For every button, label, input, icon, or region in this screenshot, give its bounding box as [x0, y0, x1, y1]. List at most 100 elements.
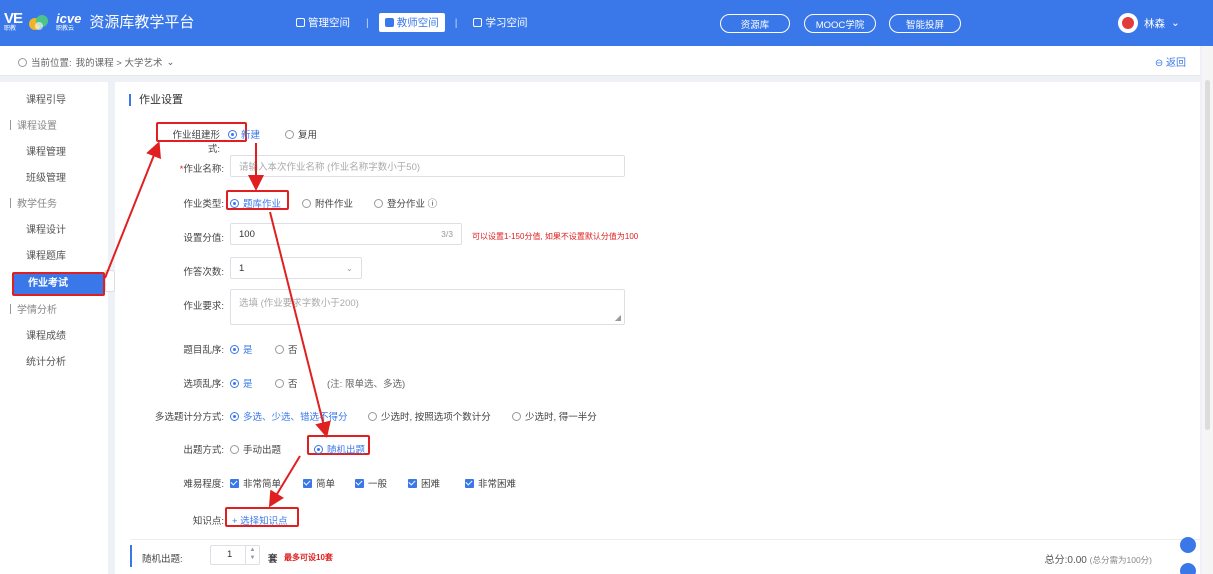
- app-title: 资源库教学平台: [89, 14, 195, 31]
- avatar: [1118, 13, 1138, 33]
- radio-shuffle-yes[interactable]: 是: [230, 342, 253, 356]
- radio-icon: [302, 199, 311, 208]
- checkbox-normal[interactable]: 一般: [355, 476, 387, 490]
- option-shuffle-note: (注: 限单选、多选): [327, 379, 406, 390]
- total-score: 总分:0.00 (总分需为100分): [1044, 555, 1152, 566]
- checkbox-hard[interactable]: 困难: [408, 476, 440, 490]
- score-hint: 可以设置1-150分值, 如果不设置默认分值为100: [472, 232, 639, 241]
- checkbox-icon: [408, 479, 417, 488]
- radio-icon: [512, 412, 521, 421]
- tab-divider: |: [366, 16, 369, 29]
- radio-reuse[interactable]: 复用: [285, 127, 317, 141]
- radio-icon: [368, 412, 377, 421]
- radio-option-shuffle-no[interactable]: 否: [275, 376, 298, 390]
- tab-divider: |: [454, 16, 458, 29]
- radio-shuffle-no[interactable]: 否: [275, 342, 298, 356]
- teacher-icon: [384, 18, 394, 27]
- random-sets-stepper[interactable]: 1 ▲ ▼: [210, 545, 260, 565]
- radio-multi-half[interactable]: 少选时, 得一半分: [512, 409, 597, 423]
- radio-icon: [230, 445, 239, 454]
- breadcrumb-bar: 当前位置: 我的课程 > 大学艺术 ⌄ ⊖ 返回: [0, 46, 1200, 76]
- radio-question-bank[interactable]: 题库作业: [230, 196, 281, 210]
- checkbox-icon: [355, 479, 364, 488]
- radio-attachment[interactable]: 附件作业: [302, 196, 353, 210]
- sidebar-item-course-design[interactable]: 课程设计: [0, 220, 108, 242]
- management-icon: [296, 18, 305, 27]
- radio-new[interactable]: 新建: [228, 127, 260, 141]
- top-header: VE 职教 icve 职教云 资源库教学平台 管理空间 | 教师空间 | 学习空…: [0, 0, 1213, 46]
- chevron-down-icon: ⌄: [1171, 17, 1180, 29]
- requirement-textarea[interactable]: 选填 (作业要求字数小于200) ◢: [230, 289, 625, 325]
- user-menu[interactable]: 林森 ⌄: [1118, 13, 1180, 33]
- checkbox-very-easy[interactable]: 非常简单: [230, 476, 281, 490]
- checkbox-easy[interactable]: 简单: [303, 476, 335, 490]
- question-shuffle-label: 题目乱序:: [183, 345, 224, 356]
- score-label: 设置分值:: [183, 233, 224, 244]
- tab-learning-space[interactable]: 学习空间: [467, 13, 533, 32]
- radio-icon: [230, 199, 239, 208]
- radio-option-shuffle-yes[interactable]: 是: [230, 376, 253, 390]
- sidebar-group-course-settings: 课程设置: [0, 116, 108, 138]
- sidebar-collapse-handle[interactable]: [105, 270, 115, 292]
- scrollbar-thumb[interactable]: [1205, 80, 1210, 430]
- sidebar-item-course-management[interactable]: 课程管理: [0, 142, 108, 164]
- chevron-down-icon: ⌄: [166, 56, 175, 68]
- select-knowledge-link[interactable]: + 选择知识点: [232, 513, 288, 527]
- user-name: 林森: [1144, 17, 1165, 30]
- random-label: 随机出题:: [142, 554, 183, 565]
- radio-random[interactable]: 随机出题: [314, 442, 365, 456]
- sidebar-item-question-bank[interactable]: 课程题库: [0, 246, 108, 268]
- smart-cast-button[interactable]: 智能投屏: [889, 14, 961, 33]
- radio-multi-no-score[interactable]: 多选、少选、错选不得分: [230, 409, 348, 423]
- attempts-select[interactable]: 1 ⌄: [230, 257, 362, 279]
- logo[interactable]: VE 职教 icve 职教云 资源库教学平台: [4, 11, 195, 33]
- resource-library-button[interactable]: 资源库: [720, 14, 790, 33]
- info-icon[interactable]: ⓘ: [428, 199, 438, 210]
- checkbox-very-hard[interactable]: 非常困难: [465, 476, 516, 490]
- radio-icon: [275, 345, 284, 354]
- sidebar-group-learning-analysis: 学情分析: [0, 300, 108, 322]
- radio-icon: [230, 345, 239, 354]
- sidebar-item-class-management[interactable]: 班级管理: [0, 168, 108, 190]
- sidebar-item-course-guide[interactable]: 课程引导: [0, 90, 108, 112]
- space-tabs: 管理空间 | 教师空间 | 学习空间: [290, 13, 533, 32]
- radio-icon: [230, 379, 239, 388]
- breadcrumb: 当前位置: 我的课程 > 大学艺术 ⌄: [18, 55, 174, 69]
- stepper-arrows-icon[interactable]: ▲ ▼: [245, 546, 259, 564]
- random-hint: 最多可设10套: [284, 553, 333, 562]
- logo-icve: icve 职教云: [56, 11, 82, 32]
- radio-manual[interactable]: 手动出题: [230, 442, 281, 456]
- sidebar-item-homework-exam[interactable]: 作业考试: [12, 272, 105, 296]
- homework-name-input[interactable]: 请输入本次作业名称 (作业名称字数小于50): [230, 155, 625, 177]
- help-float-button[interactable]: [1180, 537, 1196, 553]
- sidebar-item-statistics[interactable]: 统计分析: [0, 352, 108, 374]
- score-input[interactable]: 100 3/3: [230, 223, 462, 245]
- create-mode-label: 作业组建形式:: [172, 130, 220, 155]
- radio-multi-by-count[interactable]: 少选时, 按照选项个数计分: [368, 409, 491, 423]
- question-mode-label: 出题方式:: [183, 445, 224, 456]
- homework-name-label: *作业名称:: [179, 164, 224, 175]
- page-title: 作业设置: [129, 94, 183, 106]
- checkbox-icon: [303, 479, 312, 488]
- back-button[interactable]: ⊖ 返回: [1155, 54, 1186, 69]
- back-to-top-float-button[interactable]: [1180, 563, 1196, 574]
- radio-score-entry[interactable]: 登分作业 ⓘ: [374, 196, 437, 210]
- checkbox-icon: [465, 479, 474, 488]
- radio-icon: [228, 130, 237, 139]
- sidebar-item-course-grades[interactable]: 课程成绩: [0, 326, 108, 348]
- radio-icon: [275, 379, 284, 388]
- breadcrumb-path[interactable]: 我的课程 > 大学艺术: [76, 55, 163, 69]
- tab-management-space[interactable]: 管理空间: [290, 13, 356, 32]
- resize-handle-icon[interactable]: ◢: [615, 313, 621, 322]
- logo-drop-icon: [29, 14, 49, 30]
- homework-type-label: 作业类型:: [183, 199, 224, 210]
- random-unit: 套: [268, 554, 278, 565]
- mooc-button[interactable]: MOOC学院: [804, 14, 876, 33]
- random-settings-bar: 随机出题: 1 ▲ ▼ 套 最多可设10套 总分:0.00 (总分需为100分): [130, 539, 1200, 574]
- radio-icon: [314, 445, 323, 454]
- back-icon: ⊖: [1154, 58, 1164, 69]
- bar-accent: [130, 545, 132, 567]
- tab-teacher-space[interactable]: 教师空间: [378, 13, 445, 32]
- difficulty-label: 难易程度:: [183, 479, 224, 490]
- knowledge-label: 知识点:: [192, 516, 224, 527]
